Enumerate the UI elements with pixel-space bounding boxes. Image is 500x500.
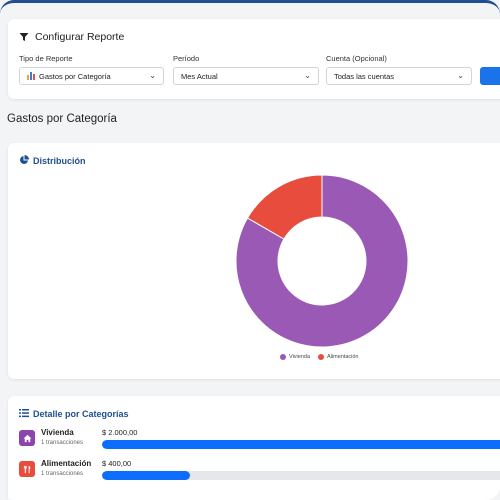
category-row: Vivienda 1 transacciones $ 2.000,00 — [19, 428, 500, 458]
category-count: 1 transacciones — [41, 440, 84, 446]
report-page: Configurar Reporte Tipo de Reporte Gasto… — [0, 0, 500, 500]
category-row: Alimentación 1 transacciones $ 400,00 — [19, 459, 500, 489]
chevron-down-icon: ⌄ — [304, 71, 311, 80]
category-name: Vivienda — [41, 428, 74, 437]
account-value: Todas las cuentas — [334, 71, 395, 81]
utensils-icon — [19, 461, 35, 477]
category-count: 1 transacciones — [41, 471, 84, 477]
chart-legend: Vivienda Alimentación — [280, 354, 359, 360]
bar-chart-icon — [27, 72, 36, 80]
list-icon — [19, 408, 29, 420]
detail-title: Detalle por Categorías — [33, 409, 129, 419]
donut-chart — [235, 174, 409, 348]
category-progress — [102, 440, 500, 449]
legend-label: Alimentación — [327, 354, 359, 360]
chevron-down-icon: ⌄ — [457, 71, 464, 80]
filter-icon — [19, 32, 29, 42]
account-select[interactable]: Todas las cuentas ⌄ — [326, 67, 472, 85]
detail-header: Detalle por Categorías — [19, 408, 129, 420]
report-type-select[interactable]: Gastos por Categoría ⌄ — [19, 67, 164, 85]
period-value: Mes Actual — [181, 71, 218, 81]
distribution-title: Distribución — [33, 156, 86, 166]
category-progress-fill — [102, 440, 500, 449]
page-title: Gastos por Categoría — [7, 113, 117, 125]
generate-report-button[interactable] — [480, 67, 500, 85]
category-progress — [102, 471, 500, 480]
config-header: Configurar Reporte — [19, 31, 124, 43]
config-title: Configurar Reporte — [35, 31, 125, 43]
pie-chart-icon — [19, 155, 29, 167]
category-progress-fill — [102, 471, 190, 480]
period-label: Período — [173, 54, 200, 63]
distribution-header: Distribución — [19, 155, 86, 167]
legend-label: Vivienda — [289, 354, 310, 360]
report-type-value: Gastos por Categoría — [39, 71, 111, 81]
home-icon — [19, 430, 35, 446]
category-name: Alimentación — [41, 459, 92, 468]
category-amount: $ 400,00 — [102, 459, 132, 468]
legend-item[interactable]: Vivienda — [280, 354, 310, 360]
chevron-down-icon: ⌄ — [149, 71, 156, 80]
account-label: Cuenta (Opcional) — [326, 54, 387, 63]
report-type-label: Tipo de Reporte — [19, 54, 73, 63]
category-amount: $ 2.000,00 — [102, 428, 138, 437]
config-card: Configurar Reporte Tipo de Reporte Gasto… — [8, 19, 500, 99]
legend-swatch — [318, 354, 324, 360]
detail-card: Detalle por Categorías Vivienda 1 transa… — [8, 396, 500, 500]
distribution-card: Distribución Vivienda Alimentación — [8, 143, 500, 379]
legend-swatch — [280, 354, 286, 360]
period-select[interactable]: Mes Actual ⌄ — [173, 67, 319, 85]
legend-item[interactable]: Alimentación — [318, 354, 359, 360]
